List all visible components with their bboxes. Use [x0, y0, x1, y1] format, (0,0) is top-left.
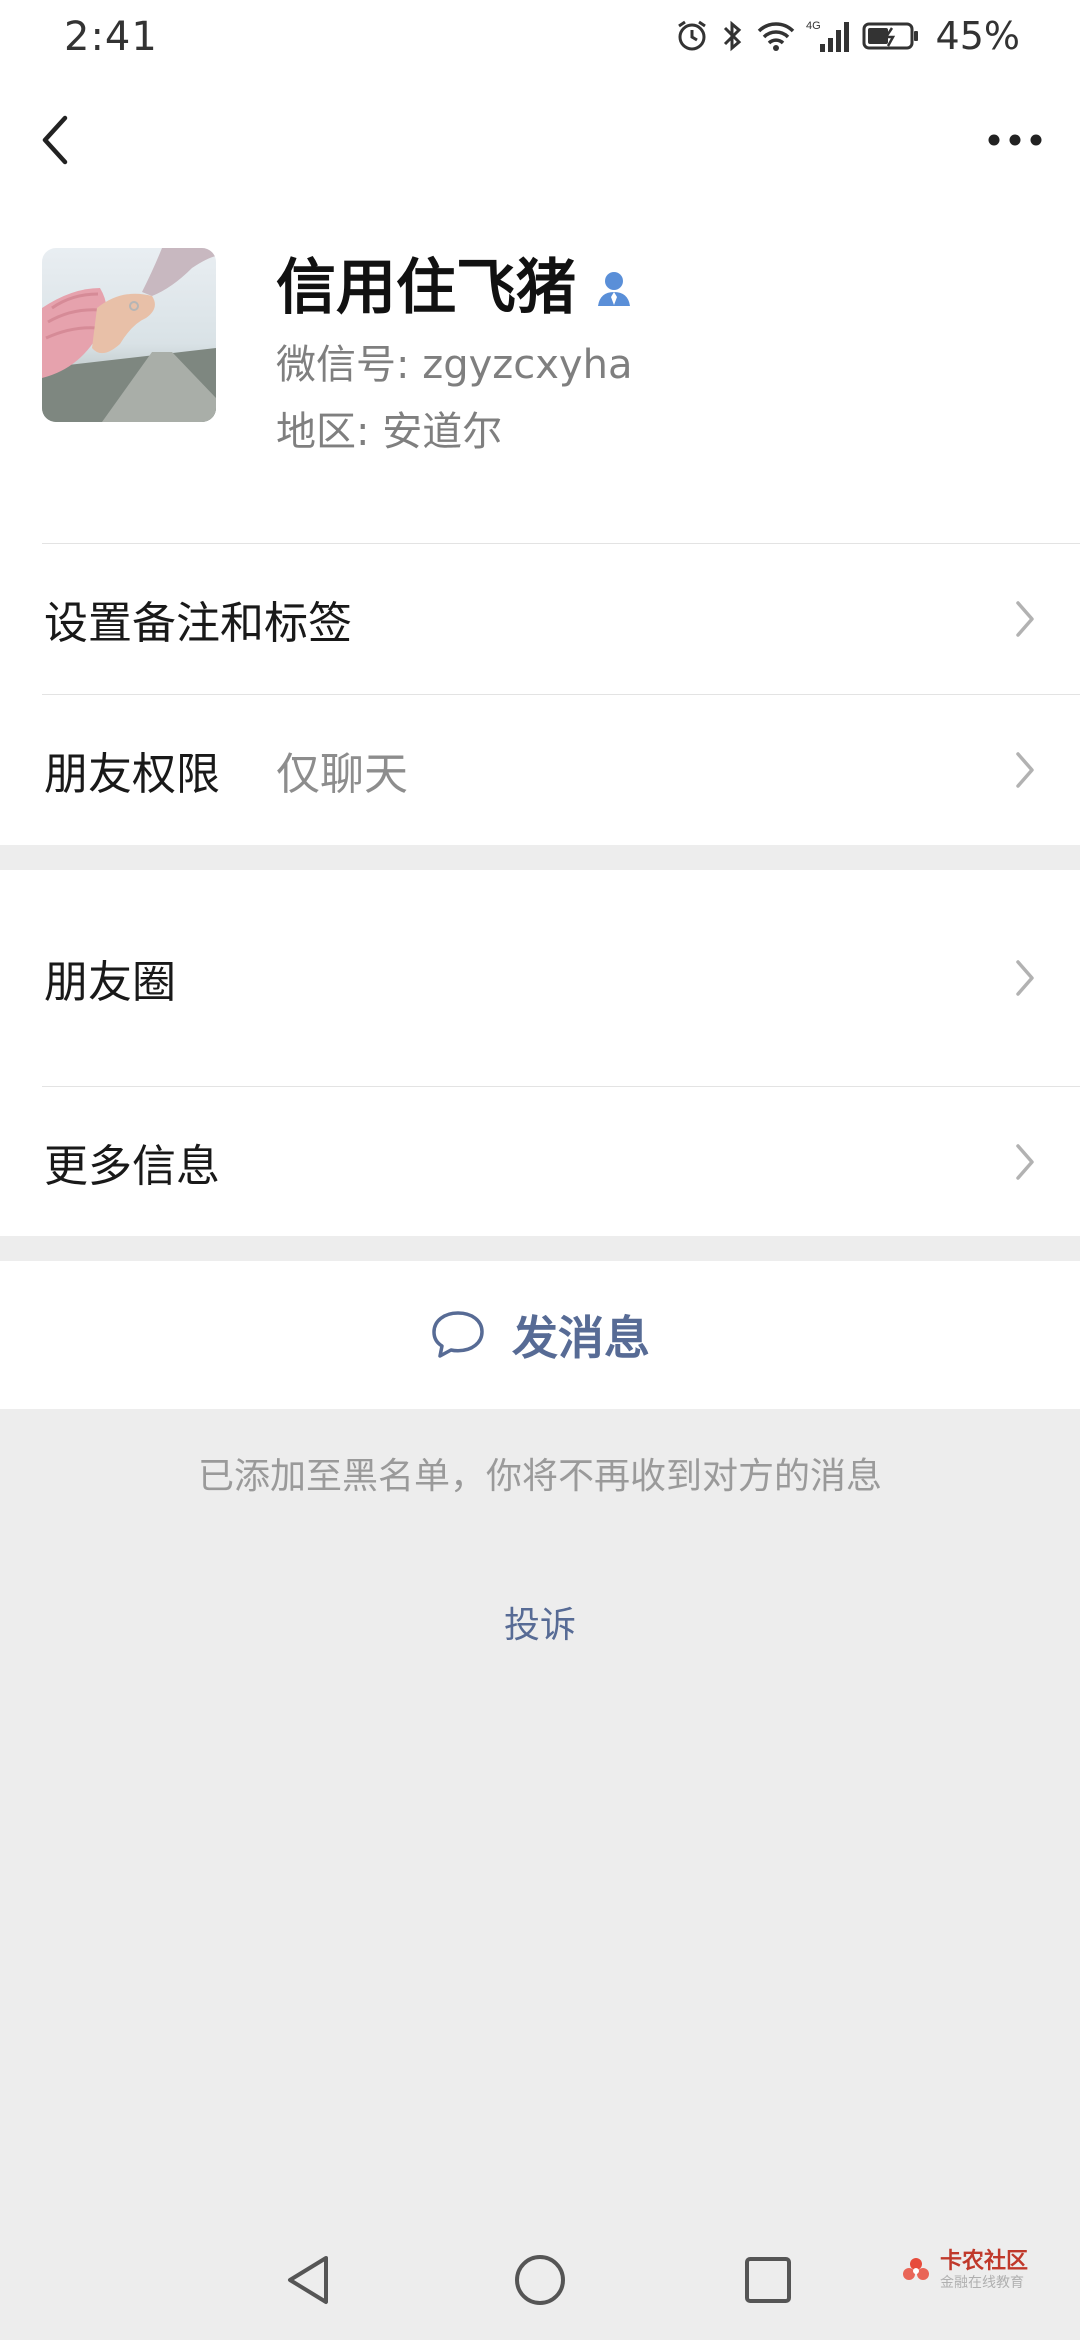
chevron-left-icon [42, 115, 68, 165]
wifi-icon [756, 19, 796, 53]
back-button[interactable] [30, 110, 80, 170]
alarm-icon [674, 18, 710, 54]
remark-tags-label: 设置备注和标签 [44, 598, 352, 649]
divider [42, 543, 1080, 544]
battery-icon [862, 20, 920, 52]
watermark: 卡农社区 金融在线教育 [900, 2250, 1028, 2292]
complain-link[interactable]: 投诉 [0, 1596, 1080, 1648]
friend-permission-label: 朋友权限 [44, 749, 220, 800]
profile-card: 2:41 4G 45% 信用住飞猪 微信号: zgyzcxyha 地区: 安道尔… [0, 0, 1080, 845]
battery-percent: 45% [935, 14, 1020, 58]
svg-text:4G: 4G [806, 20, 821, 32]
send-message-button[interactable]: 发消息 [0, 1261, 1080, 1409]
chevron-right-icon [1014, 750, 1036, 790]
friend-permission-value: 仅聊天 [276, 749, 408, 800]
more-info-row[interactable]: 更多信息 [0, 1087, 1080, 1236]
profile-name-row: 信用住飞猪 [276, 248, 634, 328]
avatar[interactable] [42, 248, 216, 422]
more-button[interactable] [980, 115, 1050, 165]
status-icons: 4G 45% [674, 14, 1020, 58]
info-section: 朋友圈 更多信息 [0, 870, 1080, 1236]
blacklist-notice: 已添加至黑名单，你将不再收到对方的消息 [197, 1456, 882, 1497]
bluetooth-icon [720, 18, 746, 54]
chevron-right-icon [1014, 1142, 1036, 1182]
moments-row[interactable]: 朋友圈 [0, 870, 1080, 1086]
person-icon [598, 272, 630, 306]
send-message-label: 发消息 [512, 1311, 650, 1365]
nav-home-button[interactable] [500, 2230, 580, 2330]
circle-home-icon [515, 2255, 565, 2305]
signal-icon: 4G [806, 18, 852, 54]
region-value: 安道尔 [382, 409, 503, 455]
watermark-subtitle: 金融在线教育 [940, 2275, 1024, 2291]
profile-name: 信用住飞猪 [276, 253, 576, 323]
more-dots-icon [988, 134, 1042, 146]
chat-bubble-icon [432, 1311, 484, 1358]
region-line: 地区: 安道尔 [276, 407, 502, 457]
more-info-label: 更多信息 [44, 1140, 220, 1192]
friend-permission-row[interactable]: 朋友权限 仅聊天 [0, 695, 1080, 845]
wechat-id-label: 微信号: [276, 342, 410, 388]
triangle-back-icon [288, 2256, 328, 2304]
wechat-id-line: 微信号: zgyzcxyha [276, 340, 632, 390]
moments-label: 朋友圈 [44, 957, 176, 1008]
chevron-right-icon [1014, 958, 1036, 998]
nav-back-button[interactable] [268, 2230, 348, 2330]
status-time: 2:41 [64, 14, 158, 60]
nav-recents-button[interactable] [728, 2230, 808, 2330]
flower-logo-icon [903, 2258, 929, 2280]
watermark-title: 卡农社区 [940, 2249, 1029, 2274]
chevron-right-icon [1014, 599, 1036, 639]
remark-tags-row[interactable]: 设置备注和标签 [0, 545, 1080, 693]
region-label: 地区: [276, 409, 370, 455]
square-recents-icon [745, 2257, 791, 2303]
wechat-id-value: zgyzcxyha [422, 342, 633, 388]
